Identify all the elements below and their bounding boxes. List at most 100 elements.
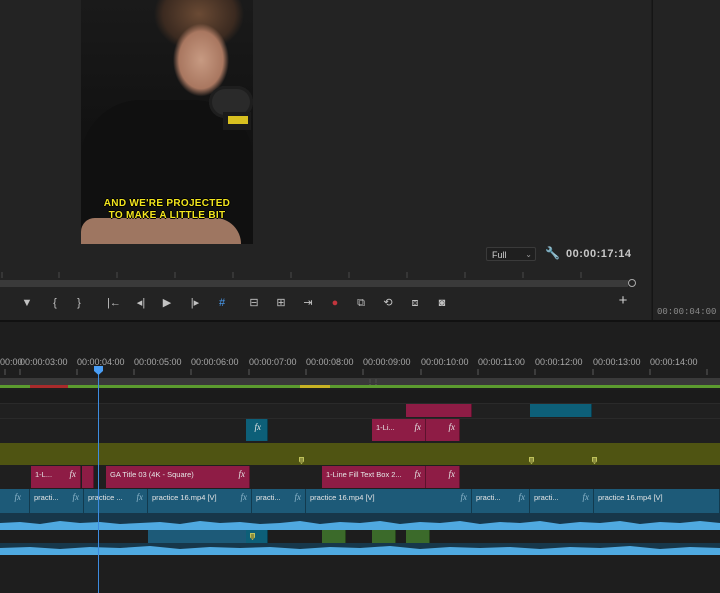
sfx-clip[interactable] (372, 530, 396, 543)
multicam-icon[interactable]: ⧉ (353, 296, 369, 310)
marker-icon[interactable]: ▼ (19, 296, 35, 310)
playhead-timecode[interactable]: 00:00:17:14 (566, 248, 631, 260)
adjustment-layer-track[interactable] (0, 443, 720, 465)
compare-icon[interactable]: ⧈ (407, 296, 423, 310)
clip-label: practice 16.mp4 [V] (152, 493, 217, 502)
zoom-level-select[interactable]: Full ⌄ (486, 247, 536, 261)
out-point-icon[interactable]: } (71, 296, 87, 310)
audio-track-a1[interactable] (0, 513, 720, 530)
zoom-level-value: Full (492, 250, 507, 260)
audio-clip[interactable] (246, 530, 268, 543)
video-clip[interactable]: practice 16.mp4 [V] (594, 489, 720, 513)
video-caption-line-2: TO MAKE A LITTLE BIT (108, 210, 226, 221)
fx-badge: fx (518, 492, 526, 502)
insert-icon[interactable]: ⇥ (300, 296, 316, 310)
fx-badge: fx (72, 492, 80, 502)
add-button-icon[interactable]: + (615, 293, 631, 308)
timeline-zoom-scrollbar[interactable] (0, 378, 720, 385)
ruler-label: 00:00:07:00 (249, 357, 297, 367)
export-frame-icon[interactable]: ◙ (434, 296, 450, 310)
time-ruler-ticks[interactable] (0, 369, 720, 375)
video-clip[interactable]: practi... fx (530, 489, 594, 513)
render-status-yellow (300, 385, 330, 388)
graphic-clip[interactable]: 1-Li... fx (372, 419, 426, 441)
video-clip[interactable] (530, 404, 592, 417)
extract-icon[interactable]: ⊞ (273, 296, 289, 310)
lift-icon[interactable]: ⊟ (246, 296, 262, 310)
video-clip[interactable]: practi... fx (472, 489, 530, 513)
fx-clip[interactable]: fx (246, 419, 268, 441)
video-subject-hand (81, 218, 241, 244)
clip-label: practi... (34, 493, 59, 502)
graphic-clip[interactable] (406, 404, 472, 417)
clip-label: practice ... (88, 493, 123, 502)
audio-track-a3[interactable] (0, 543, 720, 555)
clip-label: 1-Line Fill Text Box 2... (326, 470, 402, 479)
video-clip[interactable]: practi... fx (252, 489, 306, 513)
wrench-icon[interactable]: 🔧 (545, 246, 560, 260)
fx-badge: fx (460, 492, 468, 502)
ruler-label: 00:00:10:00 (421, 357, 469, 367)
play-icon[interactable]: ▶ (159, 296, 175, 310)
graphic-clip[interactable]: fx (426, 419, 460, 441)
scroll-grip-icon[interactable]: ⋮⋮ (367, 379, 379, 386)
fx-badge: fx (69, 469, 77, 479)
video-clip[interactable]: practi... fx (30, 489, 84, 513)
ruler-label: 00:00:14:00 (650, 357, 698, 367)
safe-margins-icon[interactable]: # (214, 296, 230, 310)
graphic-clip[interactable] (82, 466, 94, 488)
vr-icon[interactable]: ⟲ (380, 296, 396, 310)
video-clip[interactable]: practice 16.mp4 [V] fx (306, 489, 472, 513)
fx-badge: fx (448, 422, 456, 432)
record-icon[interactable]: ● (327, 296, 343, 310)
track-v5 (0, 390, 720, 403)
chevron-down-icon: ⌄ (525, 250, 532, 259)
ruler-label: 00:00:05:00 (134, 357, 182, 367)
playhead-line[interactable] (98, 366, 99, 593)
video-clip[interactable]: practice ... fx (84, 489, 148, 513)
render-status-red (30, 385, 68, 388)
fx-badge: fx (414, 422, 422, 432)
fx-badge: fx (14, 492, 22, 502)
ruler-label: 00:00:12:00 (535, 357, 583, 367)
fx-badge: fx (294, 492, 302, 502)
step-back-icon[interactable]: ◂| (133, 296, 149, 310)
fx-badge: fx (238, 469, 246, 479)
graphic-clip[interactable]: 1-L... fx (31, 466, 81, 488)
audio-clip[interactable] (148, 530, 252, 543)
program-video-frame: AND WE'RE PROJECTED TO MAKE A LITTLE BIT (81, 0, 253, 244)
graphic-clip[interactable]: GA Title 03 (4K - Square) fx (106, 466, 250, 488)
ruler-label: 00:00:09:00 (363, 357, 411, 367)
audio-waveform (0, 546, 720, 555)
step-forward-icon[interactable]: |▸ (187, 296, 203, 310)
sfx-clip[interactable] (322, 530, 346, 543)
video-clip[interactable]: practice 16.mp4 [V] fx (148, 489, 252, 513)
ruler-label: 00:00:11:00 (478, 357, 525, 367)
ruler-label: 00:00:06:00 (191, 357, 239, 367)
work-area-bar[interactable] (0, 385, 720, 388)
fx-badge: fx (136, 492, 144, 502)
clip-label: practice 16.mp4 [V] (598, 493, 663, 502)
empty-track-area (0, 555, 720, 593)
fx-badge: fx (240, 492, 248, 502)
sfx-clip[interactable] (406, 530, 430, 543)
clip-label: practi... (534, 493, 559, 502)
go-to-in-icon[interactable]: |← (106, 296, 122, 310)
graphic-clip[interactable]: fx (426, 466, 460, 488)
source-timecode: 00:00:04:00 (657, 307, 717, 317)
fx-badge: fx (414, 469, 422, 479)
audio-waveform (0, 521, 720, 530)
clip-label: practi... (256, 493, 281, 502)
graphic-clip[interactable]: 1-Line Fill Text Box 2... fx (322, 466, 426, 488)
clip-label: GA Title 03 (4K - Square) (110, 470, 194, 479)
track-v4 (0, 403, 720, 419)
monitor-scrub-bar[interactable] (0, 280, 628, 287)
scrub-end-knob[interactable] (628, 279, 636, 287)
clip-label: practi... (476, 493, 501, 502)
in-point-icon[interactable]: { (47, 296, 63, 310)
video-microphone-logo (228, 116, 248, 124)
ruler-label: 00:00:03:00 (20, 357, 68, 367)
video-clip[interactable]: fx (0, 489, 30, 513)
video-caption-line-1: AND WE'RE PROJECTED (103, 198, 231, 209)
source-monitor-panel: 00:00:04:00 (652, 0, 720, 320)
